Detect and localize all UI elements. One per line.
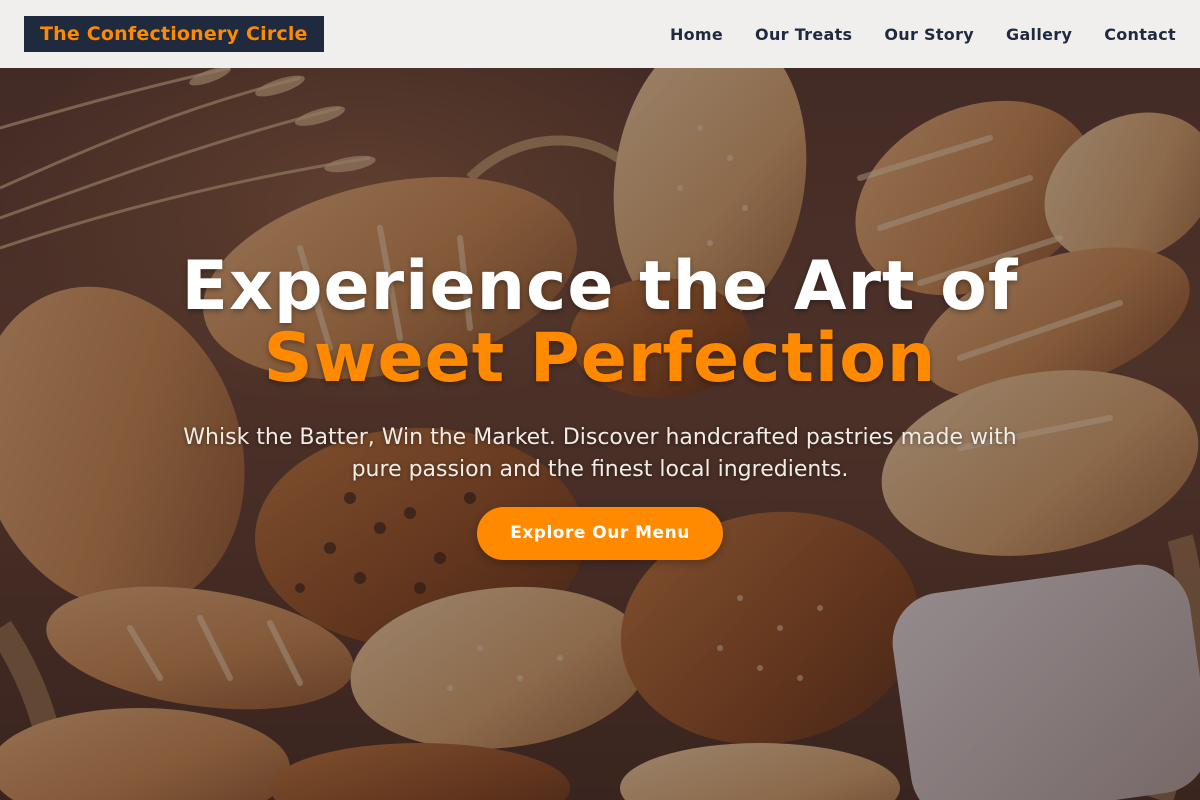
explore-menu-button[interactable]: Explore Our Menu <box>477 507 723 560</box>
nav-our-treats-link[interactable]: Our Treats <box>755 25 852 44</box>
hero-content: Experience the Art of Sweet Perfection W… <box>0 68 1200 800</box>
main-nav: Home Our Treats Our Story Gallery Contac… <box>670 25 1176 44</box>
site-logo[interactable]: The Confectionery Circle <box>24 16 324 52</box>
hero-title-line-2-accent: Sweet Perfection <box>263 319 937 398</box>
hero-section: Experience the Art of Sweet Perfection W… <box>0 68 1200 800</box>
nav-our-story-link[interactable]: Our Story <box>884 25 974 44</box>
hero-title-line-1: Experience the Art of <box>181 247 1019 326</box>
site-header: The Confectionery Circle Home Our Treats… <box>0 0 1200 68</box>
nav-home-link[interactable]: Home <box>670 25 723 44</box>
hero-subtitle: Whisk the Batter, Win the Market. Discov… <box>183 425 1017 482</box>
nav-contact-link[interactable]: Contact <box>1104 25 1176 44</box>
page: The Confectionery Circle Home Our Treats… <box>0 0 1200 800</box>
hero-title: Experience the Art of Sweet Perfection <box>182 251 1019 395</box>
nav-gallery-link[interactable]: Gallery <box>1006 25 1072 44</box>
